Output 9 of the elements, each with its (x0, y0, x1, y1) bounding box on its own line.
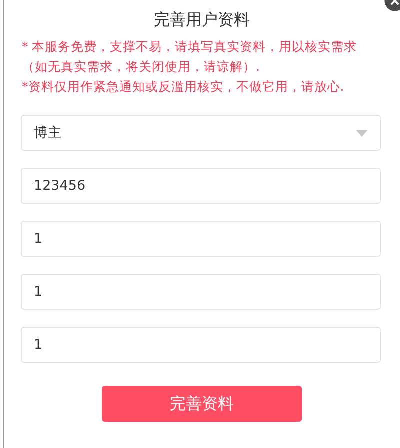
select-field[interactable]: 博主 (21, 115, 381, 151)
input-field[interactable]: 1 (21, 274, 381, 310)
input-field[interactable]: 123456 (21, 168, 381, 204)
notice-text: *资料仅用作紧急通知或反滥用核实，不做它用，请放心. (22, 78, 346, 96)
input-field[interactable]: 1 (21, 327, 381, 363)
notice-text: * 本服务免费，支撑不易，请填写真实资料，用以核实需求（如无真实需求，将关闭使用，请谅解）. (22, 38, 358, 76)
input-field[interactable]: 1 (21, 221, 381, 257)
dialog-title: 完善用户资料 (154, 9, 250, 31)
caret-icon (356, 130, 368, 136)
